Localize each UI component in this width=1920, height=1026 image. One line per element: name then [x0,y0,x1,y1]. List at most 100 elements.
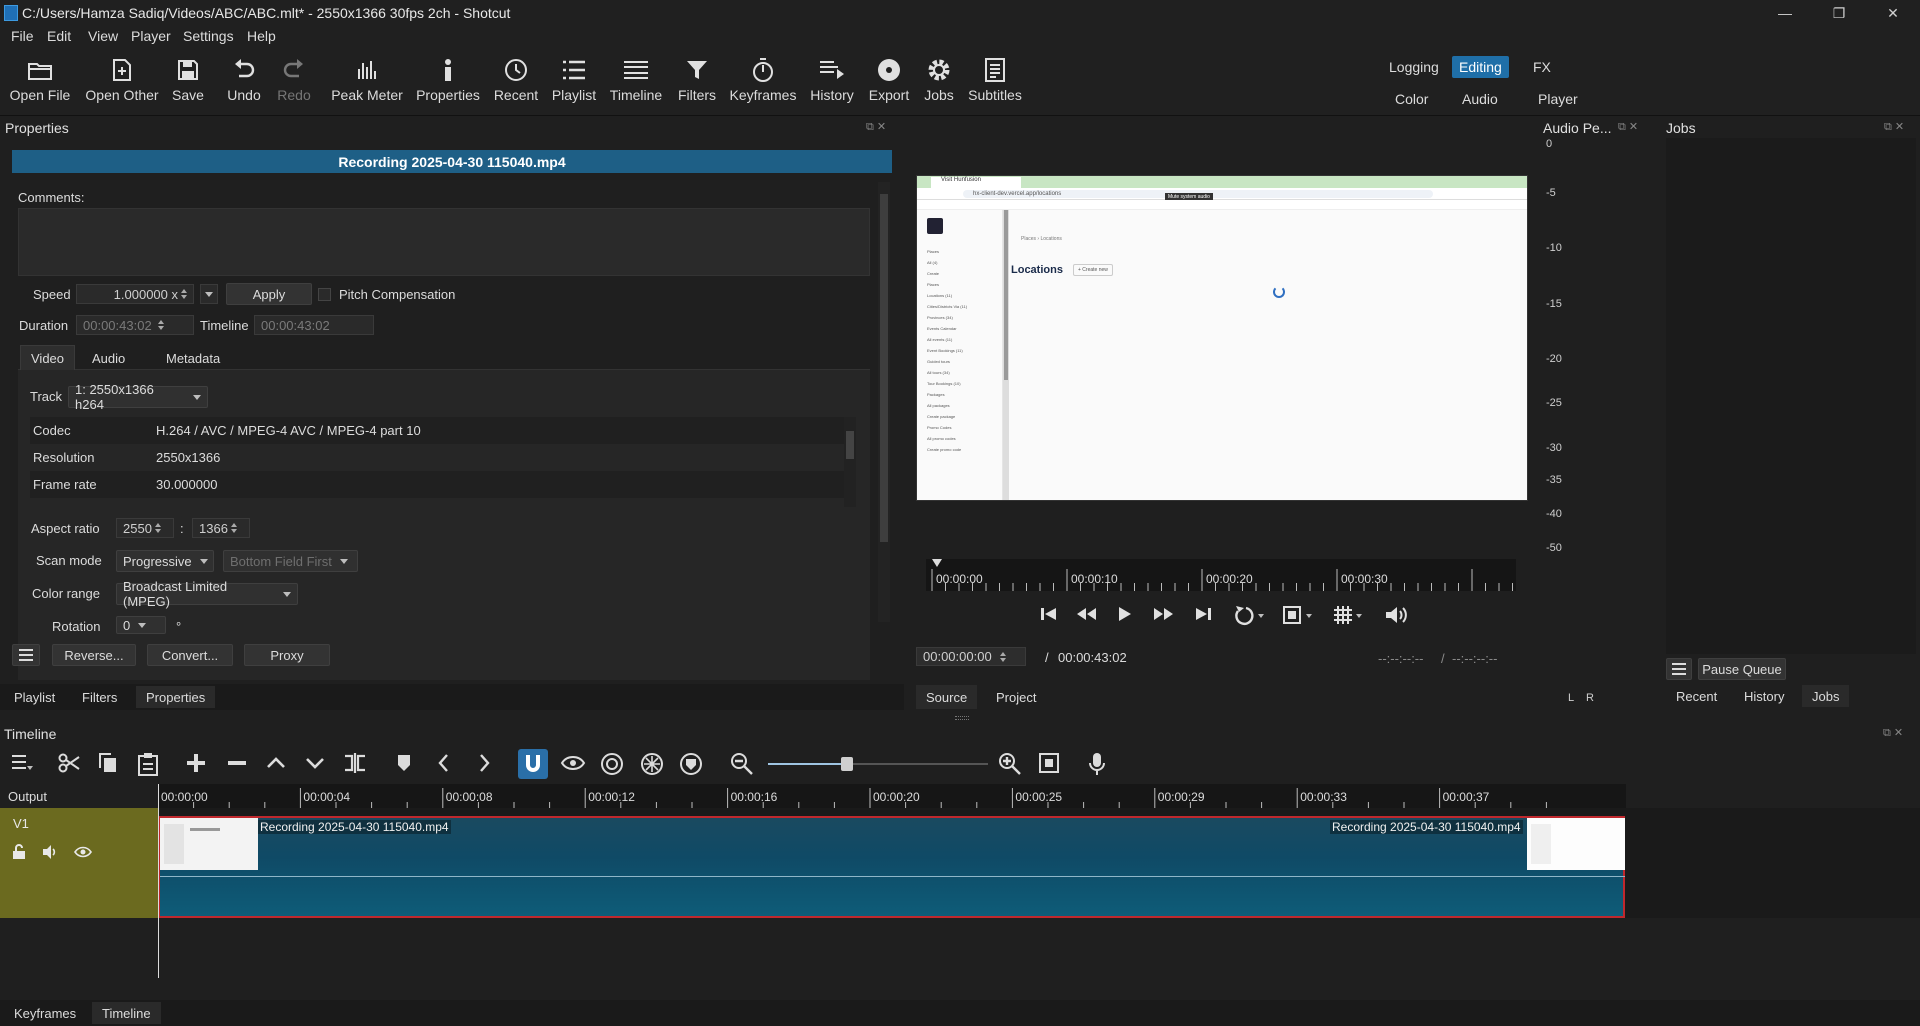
jobs-dock-buttons[interactable]: ⧉ ✕ [1884,120,1904,134]
color-range-select[interactable]: Broadcast Limited (MPEG) [116,579,298,609]
menu-file[interactable]: File [11,28,34,44]
copy-button[interactable] [97,752,121,776]
add-marker-button[interactable] [394,752,418,776]
layout-logging[interactable]: Logging [1382,56,1446,78]
tab-audio[interactable]: Audio [82,347,135,369]
loop-button[interactable] [1232,604,1266,628]
layout-audio[interactable]: Audio [1455,88,1505,110]
filters-button[interactable]: Filters [661,54,733,103]
previous-marker-button[interactable] [434,752,458,776]
track-select[interactable]: 1: 2550x1366 h264 [68,382,208,412]
timeline-clip[interactable]: Recording 2025-04-30 115040.mp4 Recordin… [158,816,1625,918]
append-button[interactable] [185,752,209,776]
video-preview[interactable]: Visit Hunfusion hx-client-dev.vercel.app… [916,175,1528,501]
convert-button[interactable]: Convert... [147,644,233,666]
timeline-ruler[interactable]: 00:00:00 00:00:04 00:00:08 00:00:12 00:00:16… [158,784,1626,808]
zoom-out-button[interactable] [730,752,754,776]
tab-video[interactable]: Video [20,345,76,370]
zoom-in-button[interactable] [998,752,1022,776]
open-other-button[interactable]: Open Other [85,54,159,103]
tab-jobs[interactable]: Jobs [1802,685,1850,707]
layout-fx[interactable]: FX [1526,56,1558,78]
properties-button[interactable]: Properties [412,54,484,103]
peak-meter-button[interactable]: Peak Meter [331,54,403,103]
eye-icon[interactable] [74,844,92,863]
track-header-v1[interactable]: V1 [0,808,158,918]
properties-scrollbar[interactable] [878,182,890,622]
menu-edit[interactable]: Edit [47,28,71,44]
skip-next-button[interactable] [1194,606,1216,628]
tab-project[interactable]: Project [986,685,1046,709]
dock-splitter-handle[interactable] [955,716,969,720]
menu-settings[interactable]: Settings [183,28,234,44]
snap-toggle[interactable] [518,749,548,779]
reverse-button[interactable]: Reverse... [52,644,136,666]
tab-metadata[interactable]: Metadata [156,347,230,369]
play-button[interactable] [1116,606,1138,628]
comments-textarea[interactable] [18,208,870,276]
zoom-slider[interactable] [768,754,988,774]
pause-queue-button[interactable]: Pause Queue [1698,658,1786,680]
scan-mode-select[interactable]: Progressive [116,550,214,572]
aspect-height-spinbox[interactable]: 1366 [192,518,250,538]
keyframes-button[interactable]: Keyframes [727,54,799,103]
mute-icon[interactable] [42,844,58,863]
cut-button[interactable] [58,752,82,776]
lift-button[interactable] [265,752,289,776]
scrub-toggle[interactable] [560,752,586,776]
menu-help[interactable]: Help [247,28,276,44]
lock-icon[interactable] [12,844,26,863]
record-audio-button[interactable] [1088,752,1112,776]
rewind-button[interactable] [1075,606,1097,628]
speed-spinbox[interactable]: 1.000000 x [76,284,194,304]
close-button[interactable]: ✕ [1866,0,1920,26]
tab-filters[interactable]: Filters [72,686,127,708]
playhead-marker[interactable] [932,559,942,567]
tab-playlist[interactable]: Playlist [4,686,65,708]
properties-menu-button[interactable] [12,644,40,666]
split-button[interactable] [343,752,367,776]
scrollbar-thumb[interactable] [880,194,888,542]
menu-player[interactable]: Player [131,28,171,44]
grid-button[interactable] [1332,604,1366,628]
timeline-dock-buttons[interactable]: ⧉ ✕ [1883,726,1903,740]
apply-button[interactable]: Apply [226,283,312,305]
timecode-spinbox[interactable]: 00:00:00:00 [916,647,1026,666]
layout-editing[interactable]: Editing [1452,56,1509,78]
ripple-all-toggle[interactable] [640,752,664,776]
speed-preset-dropdown[interactable] [200,284,218,304]
pitch-compensation-checkbox[interactable] [318,288,331,301]
zoom-fit-button[interactable] [1038,752,1062,776]
ripple-markers-toggle[interactable] [679,752,703,776]
timeline-playhead[interactable] [158,784,159,978]
minimize-button[interactable]: — [1758,0,1812,26]
tab-keyframes[interactable]: Keyframes [4,1002,86,1024]
tab-source[interactable]: Source [916,685,978,709]
tab-properties[interactable]: Properties [136,686,216,708]
open-file-button[interactable]: Open File [4,54,76,103]
maximize-button[interactable]: ❐ [1812,0,1866,26]
tab-recent[interactable]: Recent [1666,685,1727,707]
tab-history[interactable]: History [1734,685,1794,707]
volume-button[interactable] [1384,605,1412,627]
field-order-select[interactable]: Bottom Field First [223,550,358,572]
layout-color[interactable]: Color [1388,88,1435,110]
paste-button[interactable] [137,752,161,776]
ripple-toggle[interactable] [600,752,624,776]
menu-view[interactable]: View [88,28,118,44]
properties-dock-buttons[interactable]: ⧉ ✕ [866,120,886,134]
next-marker-button[interactable] [474,752,498,776]
overwrite-button[interactable] [304,752,328,776]
info-table-scrollbar[interactable] [844,417,856,507]
skip-previous-button[interactable] [1040,606,1062,628]
tab-timeline[interactable]: Timeline [92,1002,161,1024]
player-scrubber[interactable]: 00:00:00 00:00:10 00:00:20 00:00:30 [926,559,1516,591]
aspect-width-spinbox[interactable]: 2550 [116,518,174,538]
scrollbar-thumb[interactable] [846,431,854,459]
jobs-menu-button[interactable] [1666,658,1692,680]
redo-button[interactable]: Redo [258,54,330,103]
ripple-delete-button[interactable] [226,752,250,776]
layout-player[interactable]: Player [1531,88,1585,110]
zoom-slider-handle[interactable] [840,757,853,771]
zoom-button[interactable] [1282,604,1316,628]
